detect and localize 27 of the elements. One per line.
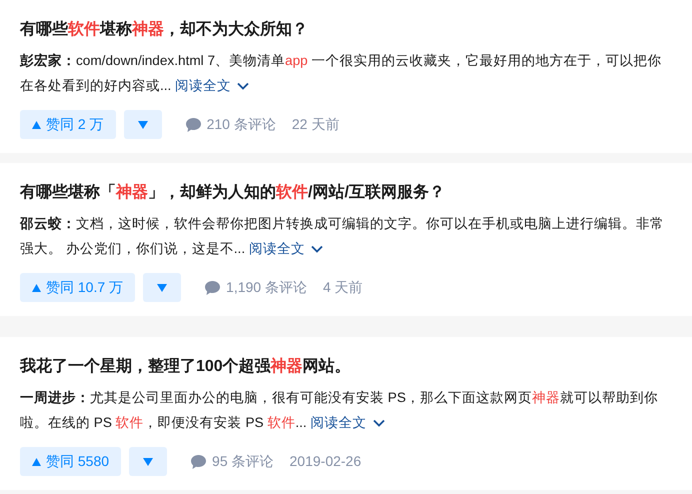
downvote-button[interactable] [129,447,168,476]
post-time: 4 天前 [322,278,363,297]
chevron-down-icon [310,245,323,254]
answer-excerpt: 邵云蛟：文档，这时候，软件会帮你把图片转换成可编辑的文字。你可以在手机或电脑上进行编辑。非常强大。 办公党们，你们说，这是不... 阅读全文 [20,215,665,258]
up-triangle-icon [32,458,41,466]
chevron-down-icon [237,82,250,90]
post-time: 2019-02-26 [290,452,362,471]
down-triangle-icon [157,284,168,292]
question-title[interactable]: 有哪些堪称「神器」，却鲜为人知的软件/网站/互联网服务？ [20,181,672,205]
comment-icon [191,454,206,468]
read-more-link[interactable]: 阅读全文 [175,78,250,93]
read-more-link[interactable]: 阅读全文 [248,241,323,256]
answer-excerpt: 一周进步：尤其是公司里面办公的电脑，很有可能没有安装 PS，那么下面这款网页神器就可以帮助到你啦。在线的 PS 软件，即便没有安装 PS 软件... 阅读全文 [20,389,659,432]
up-triangle-icon [32,284,41,292]
down-triangle-icon [143,458,154,466]
chevron-down-icon [372,419,384,428]
answer-excerpt: 彭宏家：com/down/index.html 7、美物清单app 一个很实用的云收藏夹，它最好用的地方在于，可以把你在各处看到的好内容或... 阅读全文 [20,52,662,95]
question-title[interactable]: 我花了一个星期，整理了100个超强神器网站。 [20,355,672,379]
read-more-link[interactable]: 阅读全文 [310,415,384,430]
downvote-button[interactable] [124,110,162,139]
comment-icon [205,280,220,294]
question-title[interactable]: 有哪些软件堪称神器，却不为大众所知？ [20,18,672,42]
comment-icon [186,118,201,132]
down-triangle-icon [138,120,148,128]
up-triangle-icon [32,120,41,128]
post-time: 22 天前 [292,115,340,134]
downvote-button[interactable] [143,273,182,302]
